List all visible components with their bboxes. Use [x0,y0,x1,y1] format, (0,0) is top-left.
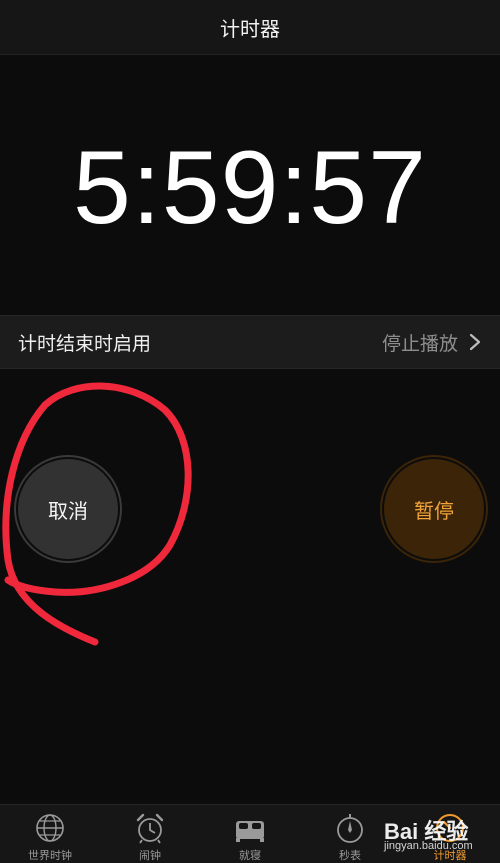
when-timer-ends-value: 停止播放 [381,332,458,355]
alarm-clock-icon [136,813,164,844]
nav-header: 计时器 [0,0,500,55]
pause-button[interactable]: 暂停 [384,459,484,559]
watermark-url: jingyan.baidu.com [384,840,473,852]
when-timer-ends-label: 计时结束时启用 [18,332,152,355]
globe-icon [36,814,64,842]
tab-world-clock[interactable]: 世界时钟 [0,805,100,863]
pause-button-label: 暂停 [414,498,454,523]
timer-display: 5:59:57 [0,118,500,258]
cancel-button[interactable]: 取消 [18,459,118,559]
tab-label: 秒表 [339,849,361,862]
baidu-jingyan-watermark: Bai 经验 jingyan.baidu.com [380,812,500,862]
chevron-right-icon [469,333,481,351]
cancel-button-label: 取消 [48,498,88,523]
tab-label: 闹钟 [139,849,161,862]
page-title: 计时器 [220,16,280,41]
tab-label: 就寝 [239,849,261,862]
tab-label: 世界时钟 [28,849,72,862]
stopwatch-icon [337,814,363,843]
tab-bedtime[interactable]: 就寝 [200,805,300,863]
timer-countdown: 5:59:57 [73,129,427,246]
bed-icon [236,821,264,842]
when-timer-ends-value-group: 停止播放 [382,329,482,356]
when-timer-ends-row[interactable]: 计时结束时启用 停止播放 [0,315,500,369]
tab-alarm[interactable]: 闹钟 [100,805,200,863]
